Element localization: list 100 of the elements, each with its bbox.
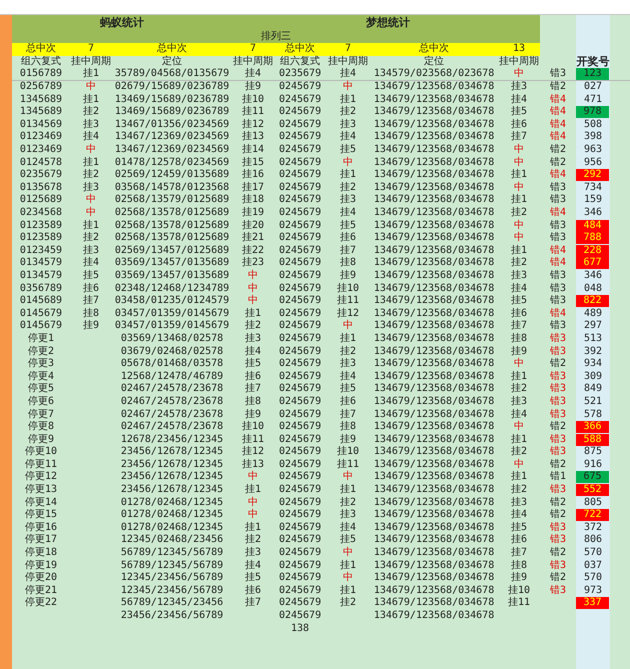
table-cell-text: 挂16 [241, 168, 266, 182]
table-cell-text: 挂7 [510, 320, 528, 332]
table-cell-text: 挂21 [241, 232, 266, 244]
table-cell-text: 0245679 [278, 194, 322, 207]
table-cell-text: 0123589 [18, 219, 64, 232]
table-cell-text: 0245679 [278, 332, 322, 346]
table-cell: 错3 [540, 584, 576, 598]
table-cell-text: 挂2 [339, 597, 358, 610]
table-cell: 错3 [540, 270, 576, 282]
table-cell-text: 中 [513, 219, 526, 232]
table-cell-text: 挂3 [339, 358, 358, 370]
table-cell-text: 23456/23456/56789 [120, 610, 224, 622]
table-cell-text: 挂6 [82, 282, 100, 294]
draw-number: 484 [576, 220, 610, 232]
table-cell-text: 挂2 [82, 106, 100, 118]
draw-number: 159 [576, 194, 610, 207]
summary-cell: 总中次 [274, 43, 326, 56]
table-cell-text: 0125689 [18, 194, 64, 207]
table-cell-text: 0245679 [278, 496, 322, 509]
table-cell-text: 挂1 [510, 244, 528, 256]
table-cell-text: 05678/01468/03578 [120, 358, 224, 370]
table-cell-text: 02568/13578/0125689 [114, 206, 230, 220]
table-cell-text: 中 [342, 320, 354, 332]
table-cell-text: 挂1 [510, 433, 528, 446]
table-cell-text: 0245679 [278, 484, 322, 496]
table-cell-text: 挂14 [241, 144, 266, 156]
table-cell-text: 0245679 [278, 396, 322, 408]
table-cell-text: 02569/13457/0125689 [114, 244, 230, 258]
table-cell-text: 挂2 [510, 257, 528, 270]
table-cell-text: 挂4 [339, 370, 358, 382]
draw-number: 570 [576, 546, 610, 560]
table-cell: 错3 [540, 396, 576, 408]
table-cell: 0256789 [12, 80, 70, 94]
table-cell-text: 134679/123568/034678 [372, 320, 496, 333]
draw-number: 372 [576, 522, 610, 534]
table-cell-text: 0245679 [278, 244, 322, 258]
table-cell-text: 1345689 [18, 106, 64, 119]
table-cell-text: 挂3 [510, 496, 528, 508]
table-cell-text: 挂1 [510, 370, 528, 382]
table-cell-text: 02569/12459/0135689 [114, 168, 230, 182]
table-cell-text: 挂13 [241, 458, 266, 470]
table-cell-text: 挂5 [510, 522, 528, 534]
table-cell: 错3 [540, 522, 576, 534]
table-cell-text: 12678/23456/12345 [120, 433, 224, 446]
table-cell-text: 挂6 [510, 118, 528, 130]
table-cell-text: 中 [513, 182, 526, 194]
table-cell-text: 停更14 [24, 496, 58, 509]
table-cell-text: 134679/123568/034678 [372, 93, 496, 106]
table-cell-text: 134679/123568/034678 [372, 206, 496, 220]
table-cell-text: 0245679 [278, 131, 322, 144]
table-cell-text: 中 [342, 471, 354, 484]
table-cell-text: 134679/123568/034678 [372, 219, 496, 232]
table-cell-text: 中 [247, 294, 260, 308]
table-cell-text: 56789/12345/56789 [120, 559, 224, 572]
table-cell-text: 挂1 [339, 484, 358, 496]
draw-number: 578 [576, 408, 610, 421]
table-cell-text: 挂2 [510, 206, 528, 220]
table-cell-text: 挂6 [244, 584, 262, 596]
table-cell-text: 挂4 [244, 345, 262, 358]
table-cell: 错3 [540, 534, 576, 547]
draw-number: 123 [576, 68, 610, 80]
table-cell-text: 挂3 [339, 508, 358, 522]
table-cell: 134679/123568/034678 [370, 80, 498, 94]
table-cell-text: 01278/02468/12345 [120, 496, 224, 509]
table-cell-text: 中 [513, 358, 526, 370]
table-cell: 错3 [540, 370, 576, 384]
table-cell-text: 0234568 [18, 206, 64, 220]
table-cell-text: 中 [247, 496, 260, 508]
table-cell-text: 挂15 [241, 156, 266, 168]
table-cell-text: 挂11 [241, 433, 266, 446]
table-cell-text: 0356789 [18, 282, 64, 295]
draw-number: 392 [576, 345, 610, 358]
table-cell-text: 中 [247, 270, 260, 282]
table-cell-text: 1345689 [18, 93, 64, 106]
table-cell-text: 56789/12345/56789 [120, 546, 224, 560]
table-cell-text: 0245679 [278, 383, 322, 396]
summary-cell: 13 [498, 43, 540, 56]
table-cell-text: 0245679 [278, 168, 322, 182]
table-cell-text: 0123589 [18, 232, 64, 244]
table-cell-text: 12345/23456/56789 [120, 584, 224, 598]
table-cell-text: 134679/123568/034678 [372, 294, 496, 308]
table-cell-text: 停更2 [26, 345, 56, 358]
table-cell-text: 挂8 [244, 396, 262, 408]
summary-cell: 总中次 [12, 43, 70, 56]
table-cell-text: 134679/123568/034678 [372, 370, 496, 384]
summary-cell: 7 [232, 43, 274, 56]
table-cell-text: 挂10 [241, 420, 266, 434]
table-cell: 错2 [540, 420, 576, 434]
column-header: 组六复式 [12, 56, 70, 68]
table-cell: 错3 [540, 320, 576, 333]
table-cell-text: 中 [513, 232, 526, 244]
table-cell: 错2 [540, 358, 576, 370]
table-cell-text: 0245679 [278, 307, 322, 320]
table-cell-text: 0245679 [278, 446, 322, 459]
table-cell-text: 挂2 [510, 383, 528, 396]
table-cell-text: 13469/15689/0236789 [114, 93, 230, 106]
table-cell-text: 挂4 [510, 282, 528, 294]
table-cell-text: 134679/123568/034678 [372, 307, 496, 320]
draw-number: 734 [576, 182, 610, 194]
table-cell: 挂4 [232, 68, 274, 81]
